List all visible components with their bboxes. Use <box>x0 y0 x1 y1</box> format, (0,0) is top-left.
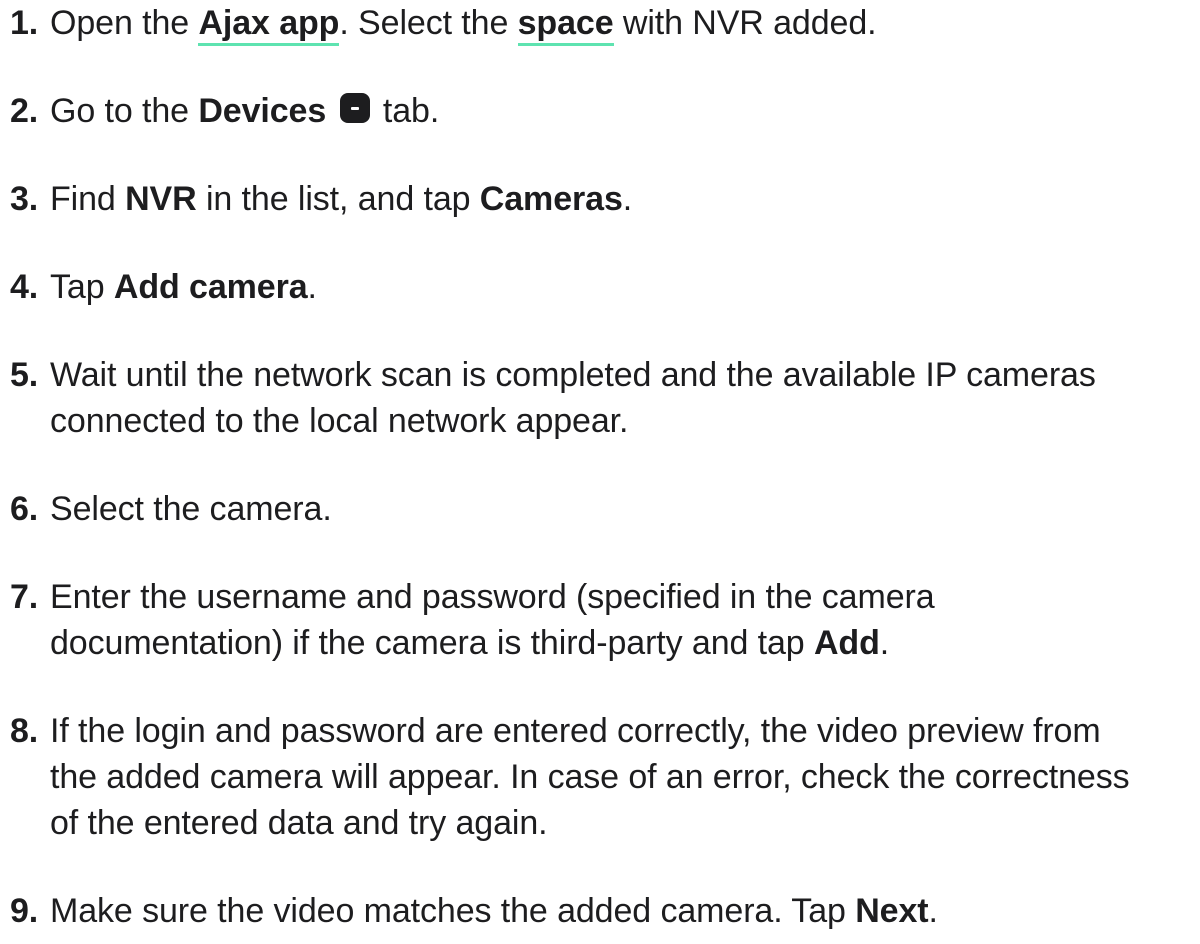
step-text <box>326 92 335 130</box>
step-text: with NVR added. <box>613 4 877 42</box>
step-line: documentation) if the camera is third-pa… <box>10 620 1200 666</box>
step-text: Enter the username and password (specifi… <box>50 578 935 616</box>
step-number: 4. <box>10 268 39 306</box>
step-text: . <box>622 180 633 218</box>
step-number: 6. <box>10 490 39 528</box>
step-7: 7. Enter the username and password (speci… <box>10 574 1200 666</box>
step-line: 8. If the login and password are entered … <box>10 708 1200 754</box>
step-number: 3. <box>10 180 39 218</box>
devices-icon <box>339 93 370 123</box>
step-text: Wait until the network scan is completed… <box>50 356 1096 394</box>
step-6: 6. Select the camera. <box>10 486 1200 532</box>
step-text: . <box>928 892 938 930</box>
bold-term: Devices <box>198 92 327 130</box>
step-text: If the login and password are entered co… <box>50 712 1101 750</box>
step-text: Open the <box>50 4 199 42</box>
step-number: 9. <box>10 892 39 930</box>
inline-link[interactable]: Ajax app <box>198 4 339 46</box>
step-text: connected to the local network appear. <box>50 402 629 440</box>
step-text: the added camera will appear. In case of… <box>50 758 1130 796</box>
step-line: the added camera will appear. In case of… <box>10 754 1200 800</box>
step-2: 2. Go to the Devices tab. <box>10 88 1200 134</box>
step-8: 8. If the login and password are entered … <box>10 708 1200 846</box>
inline-link[interactable]: space <box>517 4 614 46</box>
bold-term: Add <box>813 624 880 662</box>
step-line: connected to the local network appear. <box>10 398 1200 444</box>
step-text: Find <box>50 180 126 218</box>
step-number: 5. <box>10 356 39 394</box>
bold-term: Add camera <box>113 268 308 306</box>
step-line: of the entered data and try again. <box>10 800 1200 846</box>
step-3: 3. Find NVR in the list, and tap Cameras. <box>10 176 1200 222</box>
step-4: 4. Tap Add camera. <box>10 264 1200 310</box>
step-line: 7. Enter the username and password (speci… <box>10 574 1200 620</box>
step-number: 8. <box>10 712 39 750</box>
step-1: 1. Open the Ajax app. Select the space wi… <box>10 0 1200 46</box>
step-text: . <box>307 268 317 306</box>
step-number: 1. <box>10 4 39 42</box>
step-number: 7. <box>10 578 39 616</box>
bold-term: Cameras <box>479 180 623 218</box>
step-5: 5. Wait until the network scan is complet… <box>10 352 1200 444</box>
step-number: 2. <box>10 92 39 130</box>
step-text: tab. <box>373 92 440 130</box>
step-text: . Select the <box>339 4 518 42</box>
step-text: documentation) if the camera is third-pa… <box>50 624 814 662</box>
step-text: . <box>879 624 890 662</box>
step-9: 9. Make sure the video matches the added … <box>10 888 1200 934</box>
step-text: Make sure the video matches the added ca… <box>50 892 856 930</box>
step-text: Tap <box>50 268 114 306</box>
step-text: of the entered data and try again. <box>50 804 548 842</box>
step-text: Select the camera. <box>50 490 332 528</box>
bold-term: NVR <box>125 180 197 218</box>
step-text: Go to the <box>50 92 199 130</box>
step-line: 5. Wait until the network scan is complet… <box>10 352 1200 398</box>
step-text: in the list, and tap <box>196 180 480 218</box>
bold-term: Next <box>855 892 929 930</box>
